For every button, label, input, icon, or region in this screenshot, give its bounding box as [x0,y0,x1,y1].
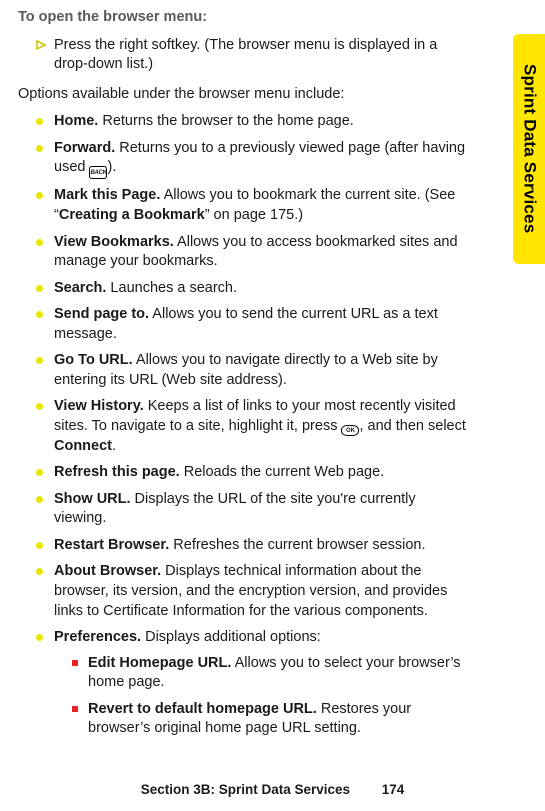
instruction-step: Press the right softkey. (The browser me… [36,36,469,75]
side-tab: Sprint Data Services [513,34,545,264]
item-desc: Launches a search. [106,280,237,296]
page-content: To open the browser menu: Press the righ… [0,0,503,739]
footer-page-number: 174 [382,782,405,797]
item-name: Send page to. [54,306,149,322]
item-name: Go To URL. [54,352,133,368]
sub-options-list: Edit Homepage URL. Allows you to select … [72,654,469,739]
item-name: Revert to default homepage URL. [88,701,317,717]
list-item: Revert to default homepage URL. Restores… [72,700,469,739]
list-item: Show URL. Displays the URL of the site y… [36,490,469,529]
item-desc: Displays additional options: [141,629,321,645]
item-name: About Browser. [54,563,161,579]
list-item: Send page to. Allows you to send the cur… [36,305,469,344]
item-name: Edit Homepage URL. [88,655,231,671]
item-name: Home. [54,113,98,129]
item-desc: . [112,438,116,454]
list-item: Search. Launches a search. [36,279,469,299]
item-name: View Bookmarks. [54,234,174,250]
item-name: Forward. [54,140,115,156]
side-tab-label: Sprint Data Services [518,64,541,233]
list-item: About Browser. Displays technical inform… [36,562,469,621]
footer-section: Section 3B: Sprint Data Services [141,782,350,797]
section-heading: To open the browser menu: [18,8,469,28]
list-item: Go To URL. Allows you to navigate direct… [36,351,469,390]
list-item: Mark this Page. Allows you to bookmark t… [36,186,469,225]
menu-options-list: Home. Returns the browser to the home pa… [36,112,469,739]
item-name: Mark this Page. [54,187,160,203]
intro-paragraph: Options available under the browser menu… [18,85,469,105]
item-name: Show URL. [54,491,131,507]
item-desc: ” on page 175.) [205,207,303,223]
list-item: Home. Returns the browser to the home pa… [36,112,469,132]
step-marker-icon [36,36,54,50]
list-item: Forward. Returns you to a previously vie… [36,139,469,180]
connect-label: Connect [54,438,112,454]
ok-key-icon: OK [341,425,359,436]
step-text: Press the right softkey. (The browser me… [54,36,469,75]
item-name: Preferences. [54,629,141,645]
list-item: View Bookmarks. Allows you to access boo… [36,233,469,272]
item-name: Restart Browser. [54,537,169,553]
item-name: Refresh this page. [54,464,180,480]
item-desc: Refreshes the current browser session. [169,537,425,553]
item-name: Search. [54,280,106,296]
list-item: Preferences. Displays additional options… [36,628,469,739]
item-desc: ). [107,159,116,175]
list-item: Restart Browser. Refreshes the current b… [36,536,469,556]
list-item: Edit Homepage URL. Allows you to select … [72,654,469,693]
item-desc: Reloads the current Web page. [180,464,384,480]
item-desc: Returns the browser to the home page. [98,113,354,129]
page-footer: Section 3B: Sprint Data Services 174 [0,781,545,799]
list-item: View History. Keeps a list of links to y… [36,397,469,456]
item-name: View History. [54,398,144,414]
back-key-icon: BACK [89,166,107,179]
item-desc: , and then select [359,418,465,434]
list-item: Refresh this page. Reloads the current W… [36,463,469,483]
cross-reference: Creating a Bookmark [59,207,205,223]
